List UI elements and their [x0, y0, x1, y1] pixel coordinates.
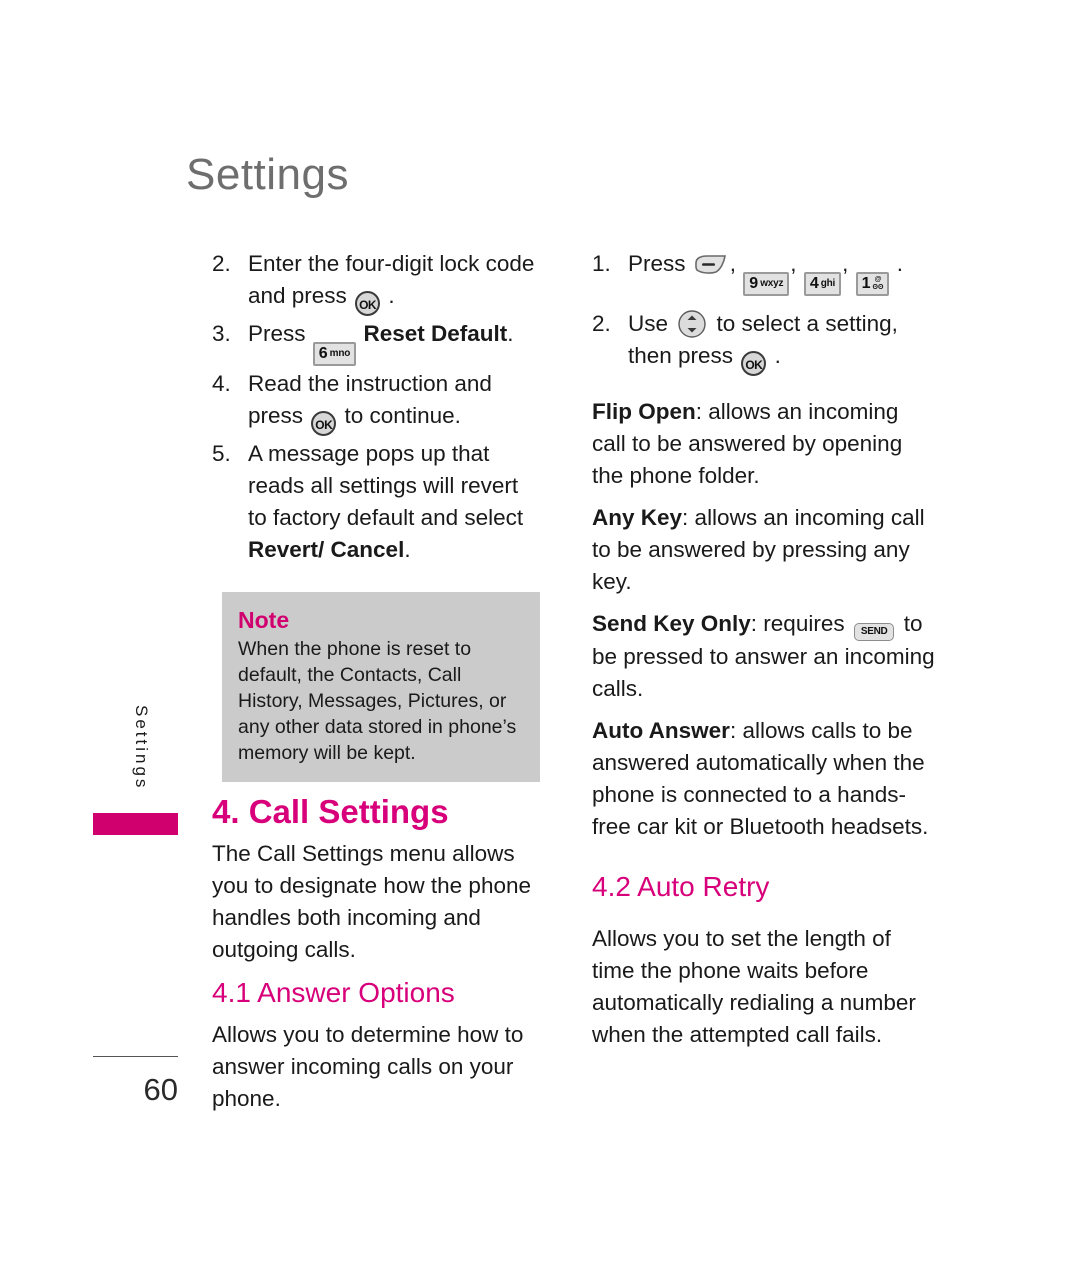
step-text-part: .: [768, 343, 781, 368]
ok-key-icon: OK: [355, 291, 381, 316]
step-text-part: Press: [248, 321, 312, 346]
step-text-part: .: [507, 321, 514, 346]
section-body-answer-options: Allows you to determine how to answer in…: [212, 1022, 524, 1111]
step-text: A message pops up that reads all setting…: [248, 441, 523, 562]
section-body-auto-retry: Allows you to set the length of time the…: [592, 926, 916, 1047]
comma-2: ,: [790, 251, 803, 276]
step-text-part: A message pops up that reads all setting…: [248, 441, 524, 530]
section-heading-call-settings: 4. Call Settings: [212, 793, 449, 830]
step-number: 4.: [212, 371, 231, 396]
side-tab-label: Settings: [132, 705, 151, 791]
call-settings-section: 4. Call Settings The Call Settings menu …: [212, 792, 547, 966]
side-tab-marker: [93, 813, 178, 835]
note-title: Note: [238, 607, 290, 633]
key-1-icon: 1 @ ʘʘ: [855, 272, 890, 296]
definition-any-key: Any Key: allows an incoming call to be a…: [592, 502, 937, 598]
section-heading-auto-retry: 4.2 Auto Retry: [592, 871, 770, 902]
step-number: 2.: [212, 251, 231, 276]
key-1-symbols: @ ʘʘ: [873, 276, 884, 292]
step-text: Use to select a setting, then press OK .: [628, 309, 898, 376]
definition-auto-answer: Auto Answer: allows calls to be answered…: [592, 715, 937, 843]
list-item: 4. Read the instruction and press OK to …: [212, 368, 542, 436]
definition-term: Flip Open: [592, 399, 696, 424]
key-letters: mno: [329, 348, 351, 359]
step-text: Press 6 mno Reset Default.: [248, 321, 514, 366]
comma-3: ,: [842, 251, 855, 276]
page-title: Settings: [186, 150, 349, 199]
comma-1: ,: [729, 251, 743, 276]
definition-send-key-only: Send Key Only: requires SEND to be press…: [592, 608, 937, 705]
step-text-part: Use: [628, 311, 675, 336]
list-item: 3. Press 6 mno Reset Default.: [212, 318, 542, 366]
definition-term: Send Key Only: [592, 611, 751, 636]
send-key-icon: SEND: [853, 623, 895, 641]
step-text-part: .: [890, 251, 903, 276]
key-digit: 9: [749, 275, 759, 292]
section-body-call-settings: The Call Settings menu allows you to des…: [212, 841, 531, 962]
step-text: Press , 9 wxyz, 4 ghi, 1 @ ʘʘ .: [628, 251, 903, 296]
key-1-bottom: ʘʘ: [872, 284, 884, 291]
list-item: 5. A message pops up that reads all sett…: [212, 438, 542, 566]
note-box: Note When the phone is reset to default,…: [222, 592, 540, 782]
step-number: 2.: [592, 311, 611, 336]
key-letters: ghi: [820, 278, 836, 289]
soft-key-icon: [694, 252, 728, 274]
key-letters: wxyz: [760, 278, 784, 289]
step-text-part: .: [382, 283, 395, 308]
definition-term: Any Key: [592, 505, 683, 530]
step-text-bold: Reset Default: [363, 321, 508, 346]
list-item: 2. Enter the four-digit lock code and pr…: [212, 248, 542, 316]
list-item: 2. Use to select a setting, then press O…: [592, 308, 937, 376]
section-heading-answer-options: 4.1 Answer Options: [212, 977, 455, 1008]
ok-key-icon: OK: [311, 411, 337, 436]
list-item: 1. Press , 9 wxyz, 4 ghi, 1 @ ʘʘ .: [592, 248, 937, 296]
step-text-bold: Revert/ Cancel: [248, 537, 405, 562]
left-steps-list: 2. Enter the four-digit lock code and pr…: [212, 248, 542, 566]
key-9-icon: 9 wxyz: [743, 272, 790, 296]
key-4-icon: 4 ghi: [803, 272, 842, 296]
page-number: 60: [143, 1072, 178, 1107]
ok-key-icon: OK: [741, 351, 767, 376]
answer-options-section: 4.1 Answer Options Allows you to determi…: [212, 975, 547, 1115]
step-number: 5.: [212, 441, 231, 466]
step-text: Read the instruction and press OK to con…: [248, 371, 492, 436]
page-number-rule: [93, 1056, 178, 1057]
key-digit: 1: [861, 275, 871, 292]
key-6-icon: 6 mno: [312, 342, 357, 366]
step-number: 3.: [212, 321, 231, 346]
key-digit: 4: [809, 275, 819, 292]
step-number: 1.: [592, 251, 611, 276]
definition-term: Auto Answer: [592, 718, 730, 743]
step-text: Enter the four-digit lock code and press…: [248, 251, 534, 316]
right-column: 1. Press , 9 wxyz, 4 ghi, 1 @ ʘʘ . 2. Use to…: [592, 248, 937, 1051]
navigation-key-icon: [677, 309, 707, 339]
key-digit: 6: [318, 345, 328, 362]
step-text-part: to continue.: [338, 403, 461, 428]
definition-flip-open: Flip Open: allows an incoming call to be…: [592, 396, 937, 492]
left-column: 2. Enter the four-digit lock code and pr…: [212, 248, 542, 568]
right-steps-list: 1. Press , 9 wxyz, 4 ghi, 1 @ ʘʘ . 2. Use to…: [592, 248, 937, 376]
definition-body-part: : requires: [750, 611, 851, 636]
step-text-part: .: [404, 537, 411, 562]
note-body: When the phone is reset to default, the …: [238, 638, 517, 764]
key-1-top: @: [874, 276, 882, 283]
step-text-part: Press: [628, 251, 692, 276]
